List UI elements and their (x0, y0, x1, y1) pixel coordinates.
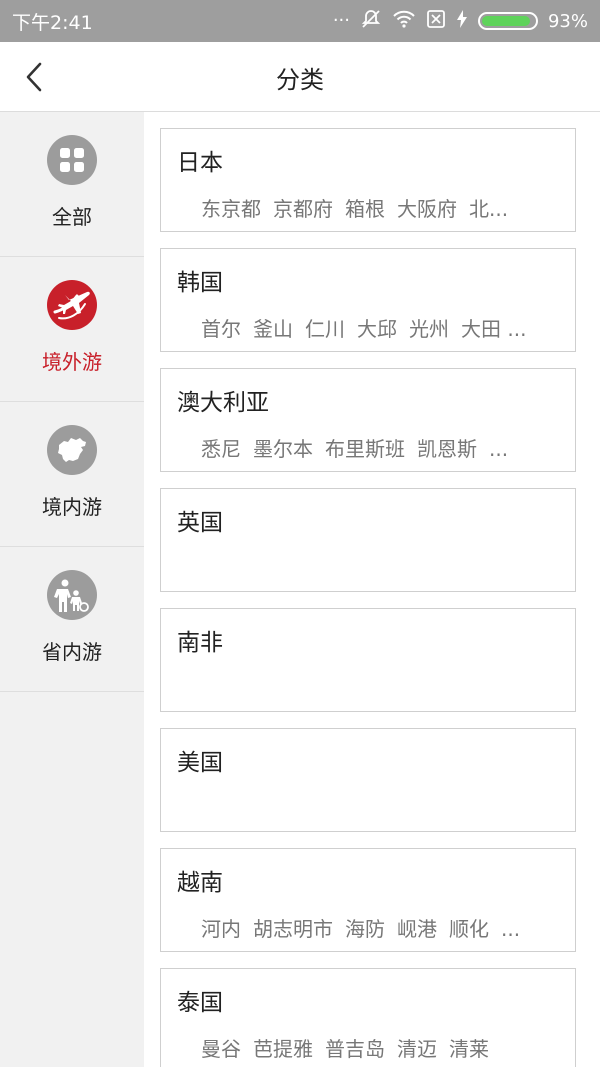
city-item[interactable]: 箱根 (345, 197, 385, 221)
city-item[interactable]: 清迈 (397, 1037, 437, 1061)
status-time: 下午2:41 (12, 11, 93, 34)
city-item[interactable]: 清莱 (449, 1037, 489, 1061)
china-map-icon (47, 425, 97, 475)
category-sidebar: 全部 境外游 境内游 省内游 (0, 112, 144, 1067)
city-item[interactable]: 首尔 (201, 317, 241, 341)
mute-icon (360, 8, 382, 34)
category-card-uk[interactable]: 英国 (160, 488, 576, 592)
city-item[interactable]: 胡志明市 (253, 917, 333, 941)
city-item[interactable]: 仁川 (305, 317, 345, 341)
category-card-japan[interactable]: 日本 东京都 京都府 箱根 大阪府 北... (160, 128, 576, 232)
city-item[interactable]: 岘港 (397, 917, 437, 941)
sidebar-item-in-province[interactable]: 省内游 (0, 547, 144, 692)
city-list: 曼谷 芭提雅 普吉岛 清迈 清莱 (201, 1033, 555, 1062)
category-card-australia[interactable]: 澳大利亚 悉尼 墨尔本 布里斯班 凯恩斯... (160, 368, 576, 472)
city-item[interactable]: 大邱 (357, 317, 397, 341)
city-item[interactable]: 顺化 (449, 917, 489, 941)
city-item[interactable]: 悉尼 (201, 437, 241, 461)
city-list: 河内 胡志明市 海防 岘港 顺化... (201, 913, 555, 942)
city-list: 首尔 釜山 仁川 大邱 光州 大田 ... (201, 313, 555, 342)
city-item[interactable]: 墨尔本 (253, 437, 313, 461)
page-title: 分类 (276, 65, 324, 94)
city-item[interactable]: 大阪府 (397, 197, 457, 221)
category-card-thailand[interactable]: 泰国 曼谷 芭提雅 普吉岛 清迈 清莱 (160, 968, 576, 1067)
category-name: 日本 (177, 150, 223, 176)
city-item[interactable]: 普吉岛 (325, 1037, 385, 1061)
category-card-usa[interactable]: 美国 (160, 728, 576, 832)
battery-fill (481, 16, 531, 26)
sidebar-item-label: 省内游 (42, 640, 102, 664)
city-item[interactable]: 光州 (409, 317, 449, 341)
status-bar: 下午2:41 ··· 93% (0, 0, 600, 42)
wifi-icon (392, 9, 416, 33)
more-dots-icon: ··· (332, 10, 350, 31)
sidebar-item-label: 境内游 (42, 495, 102, 519)
sidebar-item-all[interactable]: 全部 (0, 112, 144, 257)
category-name: 英国 (177, 510, 223, 536)
battery-percent: 93% (547, 10, 588, 32)
category-card-vietnam[interactable]: 越南 河内 胡志明市 海防 岘港 顺化... (160, 848, 576, 952)
city-item[interactable]: 北... (469, 197, 508, 221)
battery-icon (477, 12, 538, 30)
city-item[interactable]: 布里斯班 (325, 437, 405, 461)
category-name: 美国 (177, 750, 223, 776)
category-card-south-africa[interactable]: 南非 (160, 608, 576, 712)
city-item[interactable]: 东京都 (201, 197, 261, 221)
city-item[interactable]: 芭提雅 (253, 1037, 313, 1061)
city-item[interactable]: 河内 (201, 917, 241, 941)
chevron-left-icon (26, 62, 42, 92)
city-item[interactable]: 大田 ... (461, 317, 526, 341)
sidebar-item-label: 境外游 (42, 350, 102, 374)
city-item[interactable]: ... (501, 917, 520, 941)
sidebar-item-outbound[interactable]: 境外游 (0, 257, 144, 402)
city-item[interactable]: 釜山 (253, 317, 293, 341)
city-item[interactable]: 京都府 (273, 197, 333, 221)
sidebar-item-label: 全部 (52, 205, 92, 229)
airplane-globe-icon (47, 280, 97, 330)
category-name: 韩国 (177, 270, 223, 296)
back-button[interactable] (16, 57, 52, 97)
category-name: 越南 (177, 870, 223, 896)
city-item[interactable]: 凯恩斯 (417, 437, 477, 461)
category-name: 泰国 (177, 990, 223, 1016)
destination-list: 日本 东京都 京都府 箱根 大阪府 北... 韩国 首尔 釜山 仁川 大邱 光州 大田 ... 澳… (144, 112, 600, 1067)
city-item[interactable]: 曼谷 (201, 1037, 241, 1061)
city-list: 悉尼 墨尔本 布里斯班 凯恩斯... (201, 433, 555, 462)
charging-icon (456, 9, 468, 33)
family-search-icon (47, 570, 97, 620)
city-item[interactable]: ... (489, 437, 508, 461)
city-list: 东京都 京都府 箱根 大阪府 北... (201, 193, 555, 222)
category-name: 南非 (177, 630, 223, 656)
status-icons: ··· 93% (333, 8, 588, 34)
city-item[interactable]: 海防 (345, 917, 385, 941)
grid-icon (47, 135, 97, 185)
top-nav-bar: 分类 (0, 42, 600, 112)
no-sim-icon (426, 9, 446, 33)
category-name: 澳大利亚 (177, 390, 269, 416)
category-card-korea[interactable]: 韩国 首尔 釜山 仁川 大邱 光州 大田 ... (160, 248, 576, 352)
sidebar-item-domestic[interactable]: 境内游 (0, 402, 144, 547)
